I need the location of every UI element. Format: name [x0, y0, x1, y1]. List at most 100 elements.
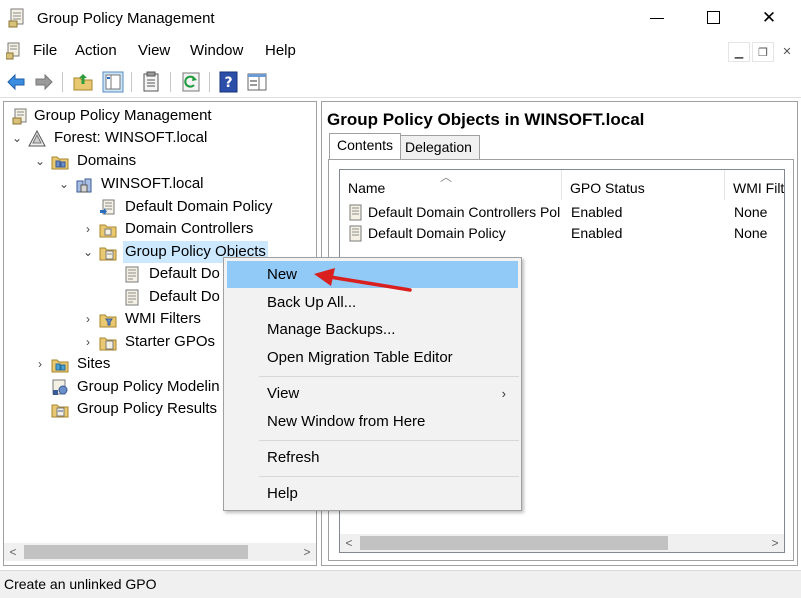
- expander-icon[interactable]: ›: [81, 218, 95, 240]
- gpo-icon: [349, 204, 362, 221]
- mdi-close-button[interactable]: ✕: [776, 42, 798, 62]
- tree-node-domain-controllers[interactable]: › Domain Controllers: [81, 218, 313, 240]
- back-arrow-icon[interactable]: [5, 71, 27, 93]
- tree-node-sites[interactable]: › Sites: [33, 353, 173, 375]
- expander-icon[interactable]: ›: [81, 331, 95, 353]
- menu-item-new-window-from-here[interactable]: New Window from Here: [227, 408, 518, 435]
- tree-node-label: Sites: [77, 355, 111, 372]
- show-hide-tree-icon[interactable]: [102, 71, 124, 93]
- cell-status: Enabled: [571, 204, 623, 220]
- maximize-button[interactable]: [690, 0, 736, 36]
- column-header-gpo-status[interactable]: GPO Status: [562, 170, 725, 200]
- tree-node-gpm-root[interactable]: Group Policy Management: [8, 105, 308, 127]
- gpo-icon: [125, 266, 139, 283]
- tree-node-label: Group Policy Management: [34, 107, 212, 124]
- menu-item-view[interactable]: View ›: [227, 380, 518, 407]
- scrollbar-thumb[interactable]: [360, 536, 668, 550]
- tab-contents[interactable]: Contents: [329, 133, 402, 159]
- cell-wmi: None: [734, 204, 768, 220]
- expander-icon[interactable]: ⌄: [81, 241, 95, 263]
- tree-node-gp-modeling[interactable]: Group Policy Modelin: [33, 376, 233, 398]
- tree-node-starter-gpos[interactable]: › Starter GPOs: [81, 331, 221, 353]
- menu-bar: File Action View Window Help ▁ ❐ ✕: [0, 38, 801, 65]
- menu-action[interactable]: Action: [75, 42, 117, 59]
- tree-horizontal-scrollbar[interactable]: < >: [4, 543, 316, 561]
- tree-node-label: Domain Controllers: [125, 220, 254, 237]
- forest-icon: [28, 130, 46, 147]
- menu-item-open-migration-table-editor[interactable]: Open Migration Table Editor: [227, 344, 518, 371]
- domains-folder-icon: [51, 156, 69, 170]
- tree-node-label: Default Domain Policy: [125, 198, 273, 215]
- system-menu-icon[interactable]: [6, 42, 22, 60]
- menu-view[interactable]: View: [138, 42, 170, 59]
- expander-icon[interactable]: ⌄: [10, 127, 24, 149]
- column-header-name[interactable]: ︿ Name: [340, 170, 562, 200]
- menu-item-refresh[interactable]: Refresh: [227, 444, 518, 471]
- properties-icon[interactable]: [140, 71, 162, 93]
- modeling-icon: [52, 379, 68, 395]
- cell-status: Enabled: [571, 225, 623, 241]
- window-title: Group Policy Management: [37, 10, 215, 27]
- gpo-folder-icon: [99, 247, 117, 261]
- cell-name: Default Domain Controllers Poli...: [368, 204, 560, 220]
- menu-help[interactable]: Help: [265, 42, 296, 59]
- tree-node-winsoft-local[interactable]: ⌄ WINSOFT.local: [57, 173, 313, 195]
- list-horizontal-scrollbar[interactable]: < >: [340, 534, 784, 552]
- tree-node-wmi-filters[interactable]: › WMI Filters: [81, 308, 221, 330]
- minimize-button[interactable]: [634, 0, 680, 36]
- mdi-minimize-button[interactable]: ▁: [728, 42, 750, 62]
- sites-folder-icon: [51, 359, 69, 373]
- domain-icon: [76, 178, 92, 193]
- tree-node-gpo[interactable]: Default Do: [105, 263, 225, 285]
- help-icon[interactable]: ?: [218, 71, 240, 93]
- table-row[interactable]: Default Domain Controllers Poli... Enabl…: [340, 202, 784, 223]
- close-button[interactable]: ✕: [746, 0, 792, 36]
- tree-node-label: Forest: WINSOFT.local: [54, 129, 208, 146]
- tab-delegation[interactable]: Delegation: [397, 135, 480, 159]
- gpm-console-icon: [12, 108, 27, 125]
- expander-icon[interactable]: ›: [81, 308, 95, 330]
- toolbar-separator: [62, 72, 63, 92]
- results-icon: [51, 404, 69, 418]
- scroll-right-icon[interactable]: >: [298, 543, 316, 561]
- menu-separator: [259, 476, 519, 477]
- maximize-icon: [707, 11, 720, 24]
- minimize-icon: [650, 18, 664, 19]
- sort-ascending-icon: ︿: [440, 170, 453, 184]
- show-hide-action-pane-icon[interactable]: [246, 71, 268, 93]
- menu-item-manage-backups[interactable]: Manage Backups...: [227, 316, 518, 343]
- refresh-icon[interactable]: [180, 71, 202, 93]
- tree-node-label: WMI Filters: [125, 310, 201, 327]
- mdi-restore-button[interactable]: ❐: [752, 42, 774, 62]
- menu-window[interactable]: Window: [190, 42, 243, 59]
- scrollbar-thumb[interactable]: [24, 545, 248, 559]
- table-row[interactable]: Default Domain Policy Enabled None: [340, 223, 784, 244]
- scroll-left-icon[interactable]: <: [340, 534, 358, 552]
- expander-icon[interactable]: ⌄: [57, 173, 71, 195]
- status-text: Create an unlinked GPO: [4, 576, 157, 592]
- menu-separator: [259, 440, 519, 441]
- tree-node-gpo[interactable]: Default Do: [105, 286, 225, 308]
- cell-wmi: None: [734, 225, 768, 241]
- gpo-link-icon: [100, 199, 115, 215]
- title-bar: Group Policy Management ✕: [0, 0, 801, 36]
- tree-node-label: Default Do: [149, 265, 220, 282]
- menu-item-help[interactable]: Help: [227, 480, 518, 507]
- forward-arrow-icon[interactable]: [33, 71, 55, 93]
- tree-node-domains[interactable]: ⌄ Domains: [33, 150, 313, 172]
- toolbar-separator: [131, 72, 132, 92]
- column-header-wmi-filter[interactable]: WMI Filt: [725, 170, 784, 200]
- up-folder-icon[interactable]: [72, 71, 94, 93]
- wmi-folder-icon: [99, 314, 117, 328]
- submenu-chevron-icon: ›: [501, 386, 506, 401]
- annotation-arrow-icon: [314, 268, 412, 292]
- cell-name: Default Domain Policy: [368, 225, 506, 241]
- tree-node-default-domain-policy-link[interactable]: Default Domain Policy: [81, 196, 313, 218]
- menu-file[interactable]: File: [33, 42, 57, 59]
- tree-node-forest[interactable]: ⌄ Forest: WINSOFT.local: [10, 127, 310, 149]
- expander-icon[interactable]: ⌄: [33, 150, 47, 172]
- scroll-left-icon[interactable]: <: [4, 543, 22, 561]
- tree-node-gp-results[interactable]: Group Policy Results: [33, 398, 233, 420]
- expander-icon[interactable]: ›: [33, 353, 47, 375]
- scroll-right-icon[interactable]: >: [766, 534, 784, 552]
